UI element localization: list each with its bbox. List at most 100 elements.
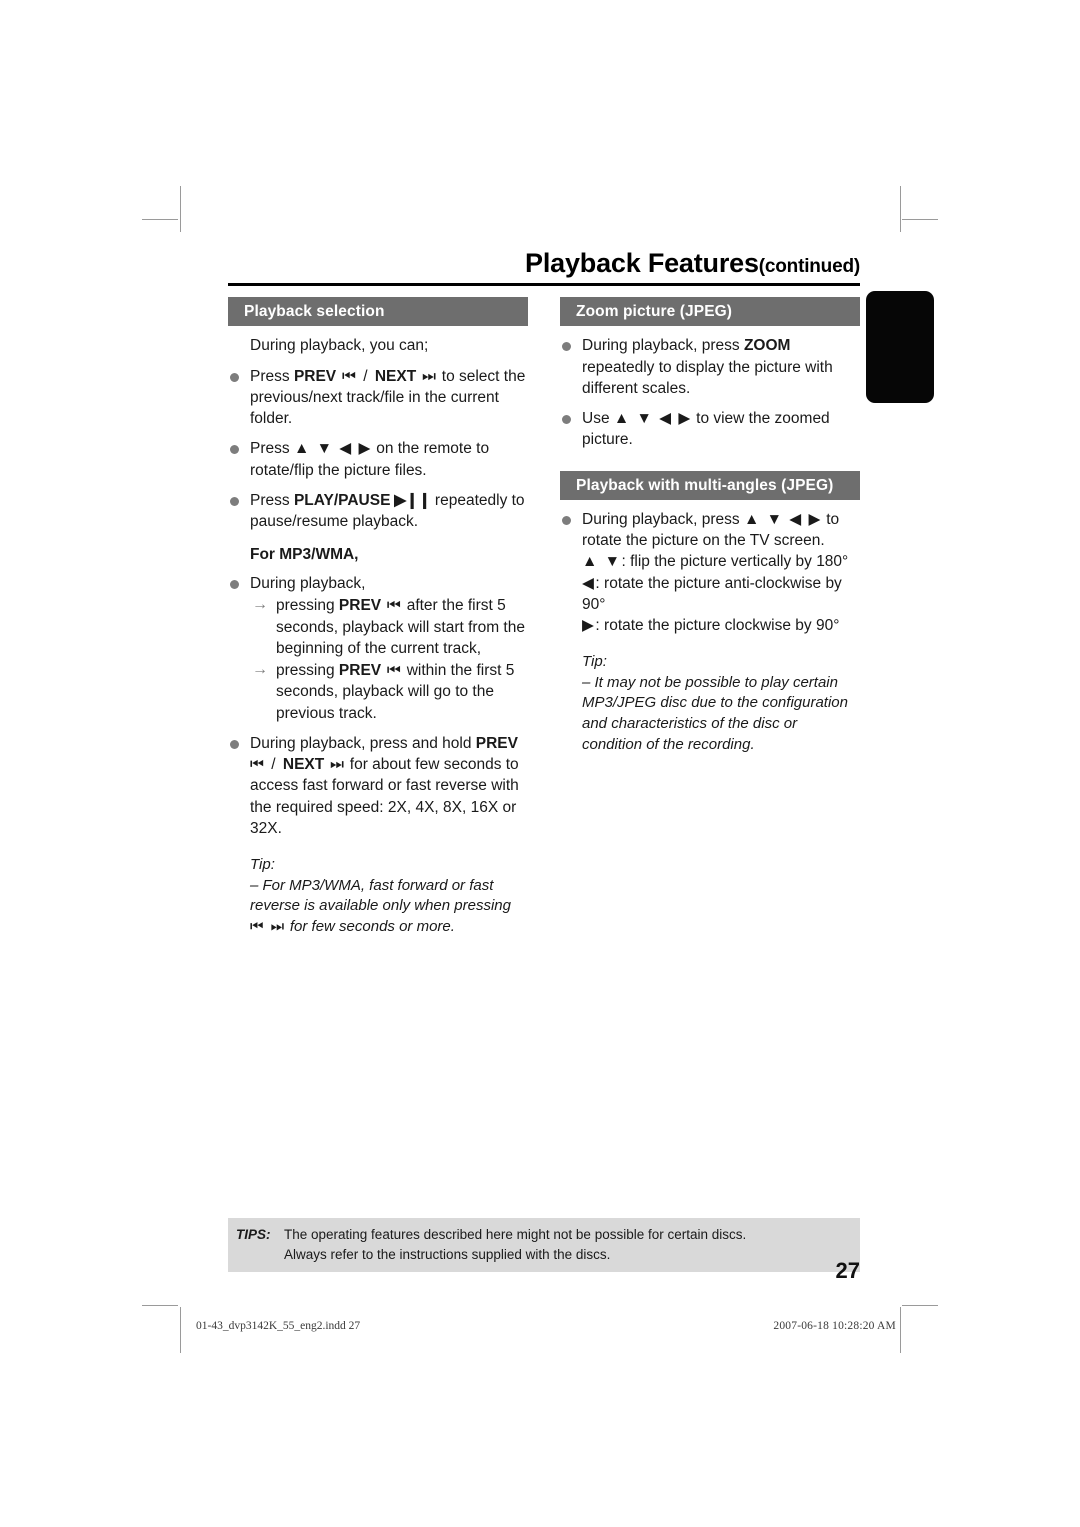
body-text: : flip the picture vertically by 180° (621, 553, 849, 571)
control-glyph-icon: ⏮ (381, 662, 403, 680)
control-glyph-icon: ⏮ / (250, 756, 283, 774)
bullet-text: Press ▲ ▼ ◀ ▶ on the remote to rotate/fl… (250, 440, 489, 478)
bullet-text: Press PREV ⏮ / NEXT ⏭ to select the prev… (250, 368, 525, 427)
control-glyph-icon: ▶ (582, 617, 596, 635)
bullet-text: Use ▲ ▼ ◀ ▶ to view the zoomed picture. (582, 410, 830, 448)
emphasis-text: NEXT (282, 756, 325, 774)
left-tip-block: Tip: – For MP3/WMA, fast forward or fast… (250, 855, 528, 937)
body-text: Use (582, 410, 614, 428)
section-header-zoom-picture: Zoom picture (JPEG) (560, 297, 860, 327)
left-tip-label: Tip: (250, 856, 275, 874)
body-text: : rotate the picture anti-clockwise by 9… (582, 574, 842, 613)
section-header-multi-angles: Playback with multi-angles (JPEG) (560, 470, 860, 500)
body-text: During playback, press and hold (250, 734, 476, 752)
page-title: Playback Features(continued) (228, 248, 860, 279)
control-glyph-icon: ▲ ▼ ◀ ▶ (293, 440, 372, 458)
list-item: pressing PREV ⏮ after the first 5 second… (250, 594, 528, 659)
crop-mark-bottom-left-vertical (180, 1307, 181, 1353)
bullet-text: During playback, press ZOOM repeatedly t… (582, 337, 833, 396)
playback-selection-bullet-list: Press PREV ⏮ / NEXT ⏭ to select the prev… (228, 366, 528, 533)
control-glyph-icon: ⏭ (324, 756, 346, 774)
right-tip-block: Tip: – It may not be possible to play ce… (582, 652, 860, 755)
arrow-text: pressing PREV ⏮ after the first 5 second… (276, 597, 525, 656)
list-item: Press ▲ ▼ ◀ ▶ on the remote to rotate/fl… (228, 438, 528, 480)
list-item: During playback, press ▲ ▼ ◀ ▶ to rotate… (560, 509, 860, 636)
emphasis-text: PLAY/PAUSE (293, 491, 391, 509)
emphasis-text: ZOOM (743, 337, 791, 355)
control-glyph-icon: ⏭ (265, 917, 286, 935)
print-footer: 01-43_dvp3142K_55_eng2.indd 27 2007-06-1… (196, 1320, 896, 1332)
list-item: Press PLAY/PAUSE ▶❙❙ repeatedly to pause… (228, 490, 528, 532)
body-text: pressing (276, 597, 339, 615)
crop-mark-bottom-right-vertical (900, 1307, 901, 1353)
section-header-playback-selection: Playback selection (228, 297, 528, 327)
crop-mark-bottom-left-horizontal (142, 1305, 178, 1306)
emphasis-text: PREV (293, 367, 337, 385)
arrow-text: pressing PREV ⏮ within the first 5 secon… (276, 662, 514, 721)
subheading-for-mp3-wma: For MP3/WMA, (250, 546, 359, 564)
body-text: pressing (276, 662, 339, 680)
body-text: During playback, press (582, 510, 744, 528)
control-glyph-icon: ▲ ▼ (582, 553, 622, 571)
language-tab-label: English (913, 228, 931, 286)
tips-row: TIPS: The operating features described h… (228, 1225, 860, 1264)
body-text: : rotate the picture clockwise by 90° (595, 617, 840, 635)
body-text: During playback, press (582, 337, 744, 355)
tips-label: TIPS: (236, 1227, 271, 1242)
control-glyph-icon: ▶❙❙ (390, 491, 431, 509)
body-text: – For MP3/WMA, fast forward or fast reve… (250, 876, 511, 915)
right-column: Zoom picture (JPEG) During playback, pre… (560, 297, 860, 755)
list-item: During playback, press ZOOM repeatedly t… (560, 335, 860, 399)
right-tip-text: – It may not be possible to play certain… (582, 673, 848, 753)
body-text: Press (250, 440, 294, 458)
tips-lines: The operating features described here mi… (284, 1225, 860, 1264)
body-text: Press (250, 367, 294, 385)
list-item: During playback, pressing PREV ⏮ after t… (228, 573, 528, 724)
page-title-continued: (continued) (758, 256, 860, 277)
list-item: Use ▲ ▼ ◀ ▶ to view the zoomed picture. (560, 408, 860, 450)
control-glyph-icon: ◀ (582, 574, 596, 592)
multiangle-detail-line: ▲ ▼: flip the picture vertically by 180° (582, 551, 860, 572)
control-glyph-icon: ⏮ / (336, 367, 375, 385)
zoom-picture-bullet-list: During playback, press ZOOM repeatedly t… (560, 335, 860, 450)
title-divider-rule (228, 283, 860, 286)
bullet-text: During playback, press and hold PREV ⏮ /… (250, 735, 519, 837)
playback-selection-lead: During playback, you can; (250, 337, 429, 355)
control-glyph-icon: ⏮ (381, 597, 403, 615)
control-glyph-icon: ▲ ▼ ◀ ▶ (743, 510, 822, 528)
control-glyph-icon: ▲ ▼ ◀ ▶ (613, 410, 692, 428)
tips-line: The operating features described here mi… (284, 1227, 747, 1242)
multiangle-detail-line: ◀: rotate the picture anti-clockwise by … (582, 573, 860, 615)
control-glyph-icon: ⏮ (250, 917, 266, 935)
crop-mark-bottom-right-horizontal (902, 1305, 938, 1306)
list-item: During playback, press and hold PREV ⏮ /… (228, 733, 528, 839)
print-footer-filename: 01-43_dvp3142K_55_eng2.indd 27 (196, 1320, 361, 1332)
page-title-main: Playback Features (525, 248, 759, 278)
list-item: pressing PREV ⏮ within the first 5 secon… (250, 659, 528, 724)
body-text: for few seconds or more. (285, 917, 455, 935)
emphasis-text: PREV (338, 597, 382, 615)
bullet-text: Press PLAY/PAUSE ▶❙❙ repeatedly to pause… (250, 492, 525, 530)
control-glyph-icon: ⏭ (416, 367, 438, 385)
mp3-bullet-lead: During playback, (250, 575, 366, 593)
right-tip-label: Tip: (582, 653, 607, 671)
tips-line: Always refer to the instructions supplie… (284, 1246, 611, 1262)
left-column: Playback selection During playback, you … (228, 297, 528, 937)
page-number: 27 (835, 1258, 860, 1283)
body-text: Press (250, 491, 294, 509)
emphasis-text: NEXT (374, 367, 417, 385)
print-footer-timestamp: 2007-06-18 10:28:20 AM (773, 1320, 896, 1332)
language-tab: English (866, 229, 934, 403)
left-tip-text: – For MP3/WMA, fast forward or fast reve… (250, 876, 528, 938)
crop-mark-top-left-horizontal (142, 219, 178, 220)
mp3-wma-bullet-list: During playback, pressing PREV ⏮ after t… (228, 573, 528, 839)
crop-mark-top-left-vertical (180, 186, 181, 232)
emphasis-text: PREV (475, 734, 518, 752)
bullet-text: During playback, press ▲ ▼ ◀ ▶ to rotate… (582, 511, 839, 549)
multi-angles-bullet-list: During playback, press ▲ ▼ ◀ ▶ to rotate… (560, 509, 860, 636)
body-text: repeatedly to display the picture with d… (582, 358, 833, 397)
multiangle-detail-line: ▶: rotate the picture clockwise by 90° (582, 615, 860, 636)
tips-footer-box: TIPS: The operating features described h… (228, 1218, 860, 1273)
emphasis-text: PREV (338, 662, 382, 680)
list-item: Press PREV ⏮ / NEXT ⏭ to select the prev… (228, 366, 528, 430)
